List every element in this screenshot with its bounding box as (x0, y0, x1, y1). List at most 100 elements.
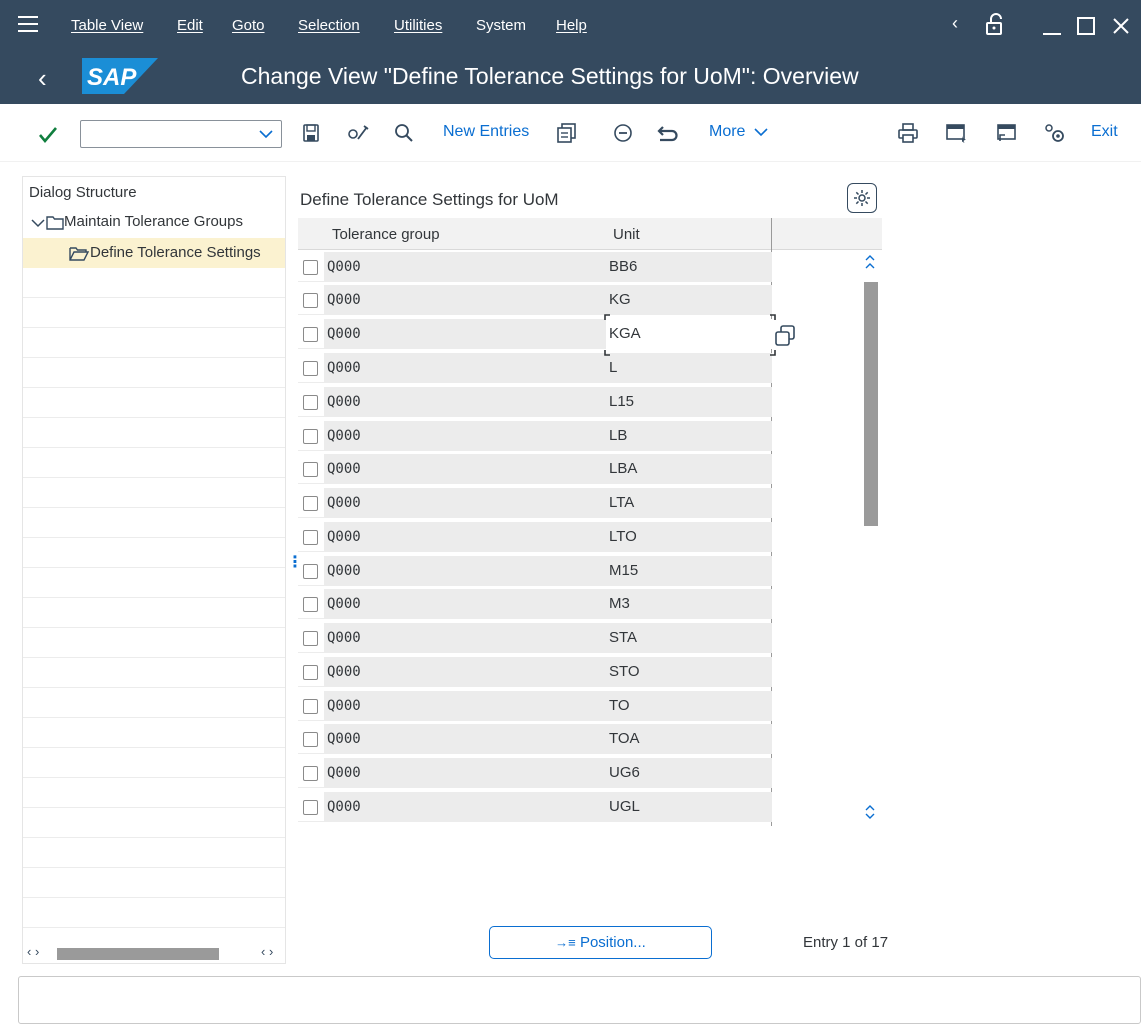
exit-button[interactable]: Exit (1091, 123, 1118, 145)
tolerance-group-cell[interactable]: Q000 (324, 285, 606, 315)
row-select-checkbox[interactable] (303, 732, 318, 747)
menu-item-utilities[interactable]: Utilities (394, 17, 442, 34)
unlock-icon[interactable] (984, 12, 1006, 36)
row-select-checkbox[interactable] (303, 260, 318, 275)
generate-shortcut-icon[interactable] (996, 122, 1018, 144)
scrollbar-thumb[interactable] (864, 282, 878, 526)
table-row[interactable]: Q000 L (298, 353, 772, 383)
close-icon[interactable] (1112, 17, 1130, 35)
table-row[interactable]: Q000 UGL (298, 792, 772, 822)
unit-cell[interactable]: LB (606, 421, 772, 451)
table-row[interactable]: Q000 LB (298, 421, 772, 451)
expand-cell-icon[interactable] (774, 324, 796, 348)
tree-node-maintain-tolerance-groups[interactable]: Maintain Tolerance Groups (23, 207, 285, 237)
tolerance-group-cell[interactable]: Q000 (324, 454, 606, 484)
tolerance-group-cell[interactable]: Q000 (324, 623, 606, 653)
tolerance-group-cell[interactable]: Q000 (324, 792, 606, 822)
tolerance-group-cell[interactable]: Q000 (324, 691, 606, 721)
create-session-icon[interactable] (946, 122, 968, 144)
menu-item-system[interactable]: System (476, 17, 526, 34)
row-select-checkbox[interactable] (303, 699, 318, 714)
unit-cell[interactable]: M3 (606, 589, 772, 619)
column-header-unit[interactable]: Unit (613, 226, 640, 243)
row-select-checkbox[interactable] (303, 361, 318, 376)
enter-check-icon[interactable] (38, 124, 58, 146)
scroll-right-icon[interactable]: ‹ › (261, 944, 273, 959)
row-select-checkbox[interactable] (303, 293, 318, 308)
minimize-icon[interactable] (1042, 14, 1062, 36)
find-icon[interactable] (394, 122, 414, 144)
table-row[interactable]: Q000 LTA (298, 488, 772, 518)
row-select-checkbox[interactable] (303, 496, 318, 511)
tolerance-group-cell[interactable]: Q000 (324, 488, 606, 518)
table-row[interactable]: Q000 L15 (298, 387, 772, 417)
unit-cell[interactable]: BB6 (606, 252, 772, 282)
row-select-checkbox[interactable] (303, 597, 318, 612)
unit-cell[interactable]: UG6 (606, 758, 772, 788)
scroll-down-icon[interactable] (864, 804, 876, 820)
unit-cell[interactable]: L15 (606, 387, 772, 417)
more-button[interactable]: More (709, 123, 768, 145)
table-row[interactable]: Q000 LTO (298, 522, 772, 552)
row-select-checkbox[interactable] (303, 462, 318, 477)
copy-as-icon[interactable] (557, 122, 577, 144)
unit-cell[interactable]: UGL (606, 792, 772, 822)
delete-icon[interactable] (613, 122, 633, 144)
print-icon[interactable] (898, 122, 918, 144)
table-row[interactable]: Q000 TO (298, 691, 772, 721)
table-row[interactable]: Q000 M15 (298, 556, 772, 586)
table-row[interactable]: Q000 TOA (298, 724, 772, 754)
tolerance-group-cell[interactable]: Q000 (324, 252, 606, 282)
row-select-checkbox[interactable] (303, 327, 318, 342)
row-select-checkbox[interactable] (303, 665, 318, 680)
table-row[interactable]: Q000 STO (298, 657, 772, 687)
table-row[interactable]: Q000 M3 (298, 589, 772, 619)
tolerance-group-cell[interactable]: Q000 (324, 387, 606, 417)
tolerance-group-cell[interactable]: Q000 (324, 589, 606, 619)
unit-cell[interactable]: M15 (606, 556, 772, 586)
tolerance-group-cell[interactable]: Q000 (324, 724, 606, 754)
customize-settings-icon[interactable] (1044, 122, 1066, 144)
tree-node-define-tolerance-settings[interactable]: Define Tolerance Settings (23, 238, 285, 268)
display-change-icon[interactable] (346, 122, 370, 144)
unit-cell[interactable]: TOA (606, 724, 772, 754)
tolerance-group-cell[interactable]: Q000 (324, 319, 606, 349)
table-settings-button[interactable] (847, 183, 877, 213)
tolerance-group-cell[interactable]: Q000 (324, 556, 606, 586)
tolerance-group-cell[interactable]: Q000 (324, 353, 606, 383)
tolerance-group-cell[interactable]: Q000 (324, 421, 606, 451)
row-select-checkbox[interactable] (303, 564, 318, 579)
table-row[interactable]: Q000 STA (298, 623, 772, 653)
horizontal-scrollbar[interactable]: ‹ › ‹ › (23, 943, 285, 963)
command-field[interactable] (80, 120, 282, 148)
unit-cell[interactable]: LBA (606, 454, 772, 484)
table-row[interactable]: Q000 BB6 (298, 252, 772, 282)
table-row[interactable]: Q000 LBA (298, 454, 772, 484)
table-row[interactable]: Q000 KG (298, 285, 772, 315)
unit-cell[interactable]: L (606, 353, 772, 383)
menu-item-help[interactable]: Help (556, 17, 587, 34)
unit-cell[interactable]: LTA (606, 488, 772, 518)
row-select-checkbox[interactable] (303, 429, 318, 444)
position-button[interactable]: →≡ Position... (489, 926, 712, 959)
scrollbar-thumb[interactable] (57, 948, 219, 960)
menu-item-selection[interactable]: Selection (298, 17, 360, 34)
row-select-checkbox[interactable] (303, 631, 318, 646)
row-select-checkbox[interactable] (303, 766, 318, 781)
row-select-checkbox[interactable] (303, 395, 318, 410)
scroll-up-icon[interactable] (864, 254, 876, 270)
unit-cell[interactable]: TO (606, 691, 772, 721)
maximize-icon[interactable] (1076, 16, 1096, 36)
menu-item-edit[interactable]: Edit (177, 17, 203, 34)
undo-icon[interactable] (657, 122, 679, 144)
collapse-left-icon[interactable]: ‹ (952, 13, 958, 34)
hamburger-menu-icon[interactable] (18, 16, 38, 34)
tolerance-group-cell[interactable]: Q000 (324, 657, 606, 687)
unit-cell[interactable]: KG (606, 285, 772, 315)
new-entries-button[interactable]: New Entries (443, 123, 529, 145)
row-select-checkbox[interactable] (303, 800, 318, 815)
row-select-checkbox[interactable] (303, 530, 318, 545)
column-header-tolerance-group[interactable]: Tolerance group (332, 226, 440, 243)
unit-cell[interactable]: LTO (606, 522, 772, 552)
unit-cell[interactable]: STO (606, 657, 772, 687)
